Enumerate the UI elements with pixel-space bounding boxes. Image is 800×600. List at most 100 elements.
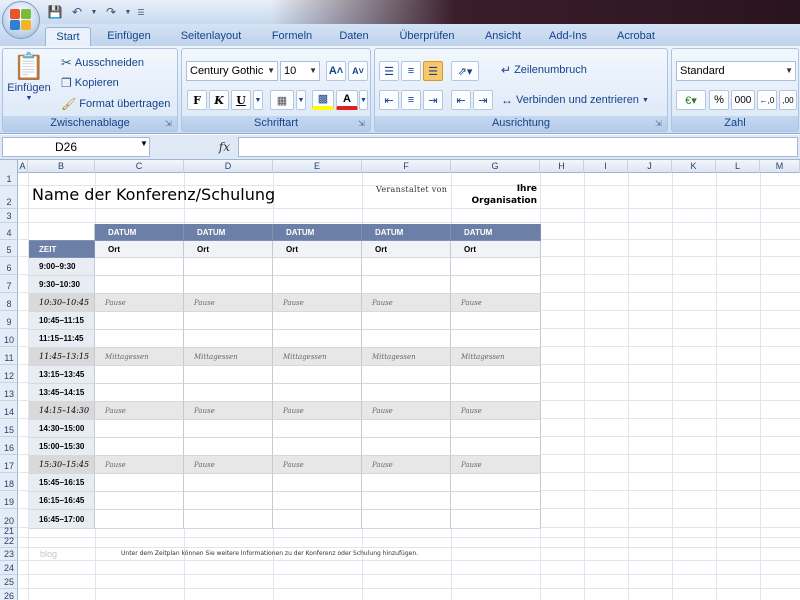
time-slot-cell[interactable]: 14:30–15:00 [29, 420, 95, 438]
session-cell[interactable] [95, 510, 184, 529]
session-cell[interactable] [273, 492, 362, 510]
underline-button[interactable]: U [231, 90, 251, 110]
column-header-i[interactable]: I [584, 160, 628, 173]
time-slot-cell[interactable]: 13:45–14:15 [29, 384, 95, 402]
session-cell[interactable] [451, 492, 541, 510]
tab-acrobat[interactable]: Acrobat [608, 27, 664, 46]
dialog-launcher-icon[interactable]: ⇲ [655, 119, 665, 129]
office-button[interactable] [2, 1, 40, 39]
dialog-launcher-icon[interactable]: ⇲ [358, 119, 368, 129]
number-format-select[interactable]: Standard ▼ [676, 61, 796, 81]
session-cell[interactable] [273, 438, 362, 456]
session-cell[interactable] [273, 276, 362, 294]
time-slot-cell[interactable]: 15:00–15:30 [29, 438, 95, 456]
location-cell[interactable]: Ort [451, 241, 541, 258]
session-cell[interactable] [451, 420, 541, 438]
break-cell[interactable]: Pause [95, 402, 184, 420]
break-cell[interactable]: Mittagessen [362, 348, 451, 366]
break-cell[interactable]: Pause [184, 294, 273, 312]
time-slot-cell[interactable]: 11:45–13:15 [29, 348, 95, 366]
worksheet[interactable]: ABCDEFGHIJKLM 1 2 3 4 5 6 7 8 9 10 11 12 13 14 15 16 17 1… [0, 160, 800, 600]
font-color-dropdown-icon[interactable]: ▼ [359, 90, 368, 110]
align-middle-icon[interactable]: ≡ [401, 61, 421, 81]
shrink-font-icon[interactable]: A˅ [348, 61, 368, 81]
tab-start[interactable]: Start [45, 27, 91, 46]
select-all-corner[interactable] [0, 160, 18, 173]
session-cell[interactable] [184, 366, 273, 384]
italic-button[interactable]: K [209, 90, 229, 110]
session-cell[interactable] [362, 384, 451, 402]
break-cell[interactable]: Pause [362, 402, 451, 420]
align-right-icon[interactable]: ⇥ [423, 90, 443, 110]
undo-icon[interactable]: ↶ [68, 4, 86, 20]
row-header-24[interactable]: 24 [0, 561, 18, 575]
break-cell[interactable]: Mittagessen [273, 348, 362, 366]
cut-button[interactable]: ✂ Ausschneiden [61, 55, 144, 71]
break-cell[interactable]: Mittagessen [95, 348, 184, 366]
row-header-1[interactable]: 1 [0, 173, 18, 186]
row-header-26[interactable]: 26 [0, 589, 18, 600]
session-cell[interactable] [362, 258, 451, 276]
location-cell[interactable]: Ort [95, 241, 184, 258]
time-slot-cell[interactable]: 14:15–14:30 [29, 402, 95, 420]
break-cell[interactable]: Pause [273, 456, 362, 474]
date-header-cell[interactable]: DATUM [362, 224, 451, 241]
row-header-10[interactable]: 10 [0, 329, 18, 347]
tab-ansicht[interactable]: Ansicht [477, 27, 529, 46]
row-header-25[interactable]: 25 [0, 575, 18, 589]
currency-icon[interactable]: €▾ [676, 90, 706, 110]
formula-input[interactable] [238, 137, 798, 157]
header-empty-cell[interactable] [29, 224, 95, 241]
break-cell[interactable]: Pause [273, 294, 362, 312]
customize-qat-icon[interactable]: ☰ [136, 4, 146, 20]
break-cell[interactable]: Pause [95, 294, 184, 312]
name-box[interactable]: D26 [2, 137, 150, 157]
session-cell[interactable] [273, 420, 362, 438]
session-cell[interactable] [362, 312, 451, 330]
underline-dropdown-icon[interactable]: ▼ [253, 90, 263, 110]
row-header-11[interactable]: 11 [0, 347, 18, 365]
column-header-g[interactable]: G [451, 160, 540, 173]
row-header-15[interactable]: 15 [0, 419, 18, 437]
column-header-l[interactable]: L [716, 160, 760, 173]
row-header-19[interactable]: 19 [0, 491, 18, 509]
increase-indent-icon[interactable]: ⇥ [473, 90, 493, 110]
time-slot-cell[interactable]: 16:15–16:45 [29, 492, 95, 510]
session-cell[interactable] [184, 258, 273, 276]
redo-dropdown-icon[interactable]: ▼ [124, 4, 132, 20]
session-cell[interactable] [451, 510, 541, 529]
font-color-icon[interactable]: A [336, 90, 358, 110]
break-cell[interactable]: Pause [273, 402, 362, 420]
row-header-3[interactable]: 3 [0, 209, 18, 223]
session-cell[interactable] [184, 492, 273, 510]
row-header-7[interactable]: 7 [0, 275, 18, 293]
session-cell[interactable] [95, 474, 184, 492]
session-cell[interactable] [451, 312, 541, 330]
session-cell[interactable] [184, 330, 273, 348]
row-header-16[interactable]: 16 [0, 437, 18, 455]
borders-dropdown-icon[interactable]: ▼ [296, 90, 306, 110]
session-cell[interactable] [95, 366, 184, 384]
column-header-f[interactable]: F [362, 160, 451, 173]
column-header-j[interactable]: J [628, 160, 672, 173]
chevron-down-icon[interactable]: ▼ [140, 139, 148, 148]
row-header-8[interactable]: 8 [0, 293, 18, 311]
tab-formeln[interactable]: Formeln [265, 27, 319, 46]
row-header-23[interactable]: 23 [0, 548, 18, 561]
session-cell[interactable] [362, 510, 451, 529]
session-cell[interactable] [451, 438, 541, 456]
row-header-18[interactable]: 18 [0, 473, 18, 491]
session-cell[interactable] [362, 420, 451, 438]
row-header-5[interactable]: 5 [0, 240, 18, 257]
date-header-cell[interactable]: DATUM [184, 224, 273, 241]
row-header-13[interactable]: 13 [0, 383, 18, 401]
time-slot-cell[interactable]: 11:15–11:45 [29, 330, 95, 348]
break-cell[interactable]: Mittagessen [184, 348, 273, 366]
row-header-22[interactable]: 22 [0, 536, 18, 548]
font-size-select[interactable]: 10 ▼ [280, 61, 320, 81]
percent-button[interactable]: % [709, 90, 729, 110]
session-cell[interactable] [95, 258, 184, 276]
time-slot-cell[interactable]: 10:45–11:15 [29, 312, 95, 330]
save-icon[interactable]: 💾 [46, 4, 64, 20]
break-cell[interactable]: Pause [451, 456, 541, 474]
